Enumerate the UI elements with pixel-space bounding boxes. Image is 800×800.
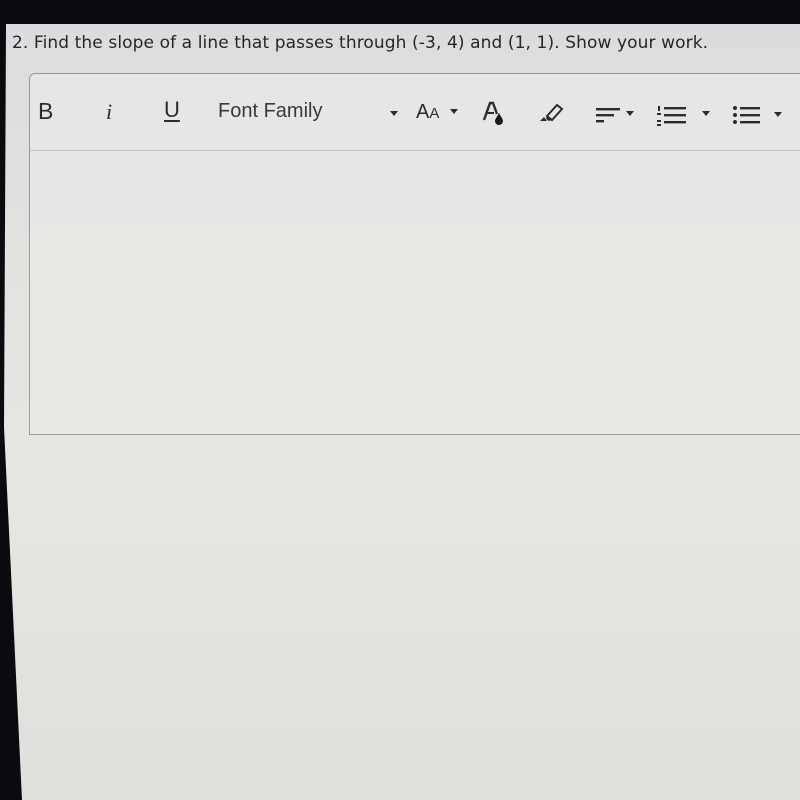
font-size-caret-icon[interactable] (450, 109, 458, 114)
align-caret-icon[interactable] (626, 111, 634, 116)
text-color-icon[interactable] (482, 100, 506, 126)
editor-toolbar: B i U Font Family AA (30, 74, 800, 151)
editor-content-area[interactable] (30, 151, 800, 434)
font-family-caret-icon[interactable] (390, 111, 398, 116)
font-size-large-glyph: A (416, 101, 430, 123)
bullet-list-caret-icon[interactable] (774, 112, 782, 117)
ordered-list-icon[interactable] (657, 105, 687, 127)
ordered-list-caret-icon[interactable] (702, 111, 710, 116)
rich-text-editor[interactable]: B i U Font Family AA (29, 73, 800, 435)
font-family-dropdown[interactable]: Font Family (218, 100, 322, 123)
question-prompt: 2. Find the slope of a line that passes … (12, 33, 709, 53)
bold-button[interactable]: B (38, 98, 53, 125)
font-size-small-glyph: A (429, 105, 440, 122)
bullet-list-icon[interactable] (733, 105, 761, 127)
italic-button[interactable]: i (106, 99, 112, 125)
font-size-dropdown[interactable]: AA (416, 101, 439, 124)
align-left-icon[interactable] (596, 107, 622, 125)
underline-button[interactable]: U (164, 97, 180, 123)
highlight-icon[interactable] (538, 101, 564, 123)
